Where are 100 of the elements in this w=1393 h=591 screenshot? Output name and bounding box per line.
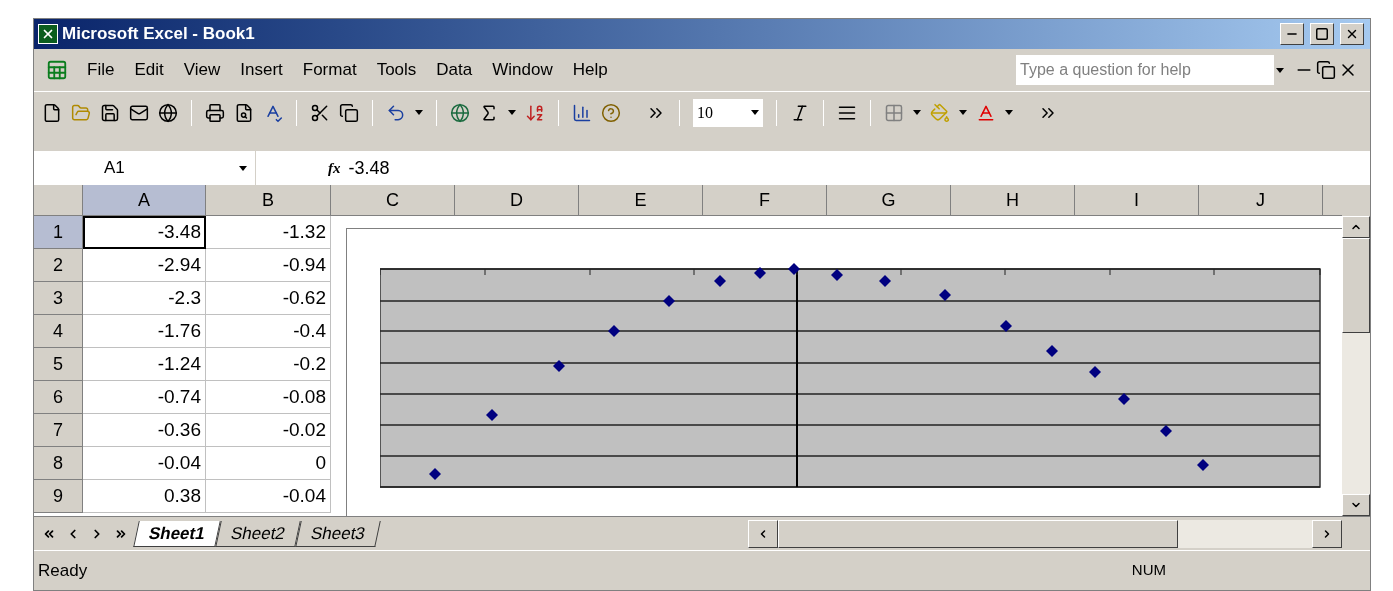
dropdown-arrow-icon[interactable] bbox=[751, 110, 759, 115]
excel-logo-icon bbox=[38, 24, 58, 44]
formula-bar[interactable]: A1 fx -3.48 bbox=[34, 151, 1370, 185]
table-cell[interactable]: -0.62 bbox=[206, 282, 331, 315]
menu-item[interactable]: Help bbox=[563, 57, 617, 83]
menu-item[interactable]: Window bbox=[483, 57, 562, 83]
cut-icon[interactable] bbox=[310, 102, 330, 123]
column-header[interactable]: A bbox=[83, 185, 206, 216]
table-cell[interactable]: -0.04 bbox=[83, 447, 206, 480]
column-header[interactable]: B bbox=[206, 185, 331, 216]
data-point bbox=[486, 409, 498, 421]
menu-item[interactable]: Format bbox=[293, 57, 366, 83]
data-point bbox=[1089, 366, 1101, 378]
column-header[interactable]: D bbox=[455, 185, 579, 216]
dropdown-arrow-icon[interactable] bbox=[913, 110, 921, 115]
data-point bbox=[1197, 459, 1209, 471]
row-header[interactable]: 4 bbox=[34, 315, 83, 348]
table-cell[interactable]: -0.94 bbox=[206, 249, 331, 282]
font-size-field[interactable]: 10 bbox=[693, 98, 763, 127]
sheet-tab[interactable]: Sheet2 bbox=[215, 520, 301, 547]
table-cell[interactable]: -0.4 bbox=[206, 315, 331, 348]
row-header[interactable]: 5 bbox=[34, 348, 83, 381]
row-header[interactable]: 9 bbox=[34, 480, 83, 513]
table-cell[interactable]: -2.94 bbox=[83, 249, 206, 282]
table-cell[interactable]: -2.3 bbox=[83, 282, 206, 315]
corner-header[interactable] bbox=[34, 185, 83, 216]
save-icon[interactable] bbox=[100, 102, 120, 123]
menu-item[interactable]: Data bbox=[427, 57, 482, 83]
data-point bbox=[788, 263, 800, 275]
help-icon[interactable] bbox=[601, 102, 621, 123]
vertical-scrollbar[interactable] bbox=[1342, 185, 1370, 516]
table-cell[interactable]: -3.48 bbox=[83, 216, 206, 249]
data-point bbox=[663, 295, 675, 307]
scroll-thumb[interactable] bbox=[777, 519, 1178, 548]
menu-item[interactable]: View bbox=[174, 57, 230, 83]
row-header[interactable]: 6 bbox=[34, 381, 83, 414]
close-icon bbox=[1345, 27, 1359, 41]
data-point bbox=[1000, 320, 1012, 332]
row-header[interactable]: 2 bbox=[34, 249, 83, 282]
help-search-field[interactable]: Type a question for help bbox=[1016, 55, 1274, 85]
data-point bbox=[608, 325, 620, 337]
data-point bbox=[879, 275, 891, 287]
function-label[interactable]: fx bbox=[328, 156, 341, 180]
table-cell[interactable]: -0.2 bbox=[206, 348, 331, 381]
new-document-icon[interactable] bbox=[42, 102, 62, 123]
formula-field[interactable]: -3.48 bbox=[348, 154, 1370, 182]
maximize-button[interactable] bbox=[1310, 23, 1334, 45]
table-cell[interactable]: -1.32 bbox=[206, 216, 331, 249]
restore-icon[interactable] bbox=[1316, 60, 1336, 80]
globe-icon[interactable] bbox=[450, 102, 470, 123]
table-cell[interactable]: -1.76 bbox=[83, 315, 206, 348]
table-cell[interactable]: -1.24 bbox=[83, 348, 206, 381]
column-header[interactable]: G bbox=[827, 185, 951, 216]
table-cell[interactable]: 0 bbox=[206, 447, 331, 480]
table-cell[interactable]: -0.02 bbox=[206, 414, 331, 447]
row-header[interactable]: 7 bbox=[34, 414, 83, 447]
table-cell[interactable]: -0.36 bbox=[83, 414, 206, 447]
table-cell[interactable]: 0.38 bbox=[83, 480, 206, 513]
dropdown-arrow-icon[interactable] bbox=[239, 165, 247, 171]
table-cell[interactable]: -0.04 bbox=[206, 480, 331, 513]
dropdown-arrow-icon[interactable] bbox=[415, 110, 423, 115]
minimize-button[interactable] bbox=[1280, 23, 1304, 45]
print-preview-icon[interactable] bbox=[234, 102, 254, 123]
column-header[interactable]: E bbox=[579, 185, 703, 216]
chart-icon[interactable] bbox=[572, 102, 592, 123]
fill-color-icon[interactable] bbox=[930, 102, 950, 123]
sheet-tab[interactable]: Sheet3 bbox=[294, 520, 381, 547]
table-cell[interactable]: -0.74 bbox=[83, 381, 206, 414]
dropdown-arrow-icon[interactable] bbox=[1005, 110, 1013, 115]
data-point bbox=[714, 275, 726, 287]
menu-item[interactable]: Tools bbox=[367, 57, 426, 83]
scroll-thumb[interactable] bbox=[1342, 238, 1370, 333]
workbook-icon[interactable] bbox=[46, 59, 68, 81]
sheet-tab[interactable]: Sheet1 bbox=[133, 520, 221, 547]
column-header[interactable]: H bbox=[951, 185, 1075, 216]
menu-item[interactable]: Insert bbox=[231, 57, 292, 83]
column-header[interactable]: J bbox=[1199, 185, 1323, 216]
chart-area[interactable] bbox=[346, 228, 1342, 516]
table-cell[interactable]: -0.08 bbox=[206, 381, 331, 414]
row-header[interactable]: 8 bbox=[34, 447, 83, 480]
borders-icon[interactable] bbox=[884, 102, 904, 123]
window-title: Microsoft Excel - Book1 bbox=[62, 23, 255, 46]
maximize-icon bbox=[1315, 27, 1329, 41]
column-header[interactable]: I bbox=[1075, 185, 1199, 216]
copy-icon[interactable] bbox=[339, 102, 359, 123]
menu-item[interactable]: Edit bbox=[125, 57, 173, 83]
column-header[interactable]: C bbox=[331, 185, 455, 216]
column-header[interactable]: F bbox=[703, 185, 827, 216]
close-button[interactable] bbox=[1340, 23, 1364, 45]
dropdown-arrow-icon[interactable] bbox=[1276, 67, 1284, 73]
horizontal-scrollbar[interactable] bbox=[747, 519, 1342, 548]
row-header[interactable]: 1 bbox=[34, 216, 83, 249]
num-lock-indicator: NUM bbox=[1131, 560, 1166, 581]
globe-page-icon[interactable] bbox=[158, 102, 178, 123]
dropdown-arrow-icon[interactable] bbox=[508, 110, 516, 115]
menu-item[interactable]: File bbox=[78, 57, 124, 83]
data-point bbox=[1046, 345, 1058, 357]
row-header[interactable]: 3 bbox=[34, 282, 83, 315]
print-icon[interactable] bbox=[205, 102, 225, 123]
dropdown-arrow-icon[interactable] bbox=[959, 110, 967, 115]
